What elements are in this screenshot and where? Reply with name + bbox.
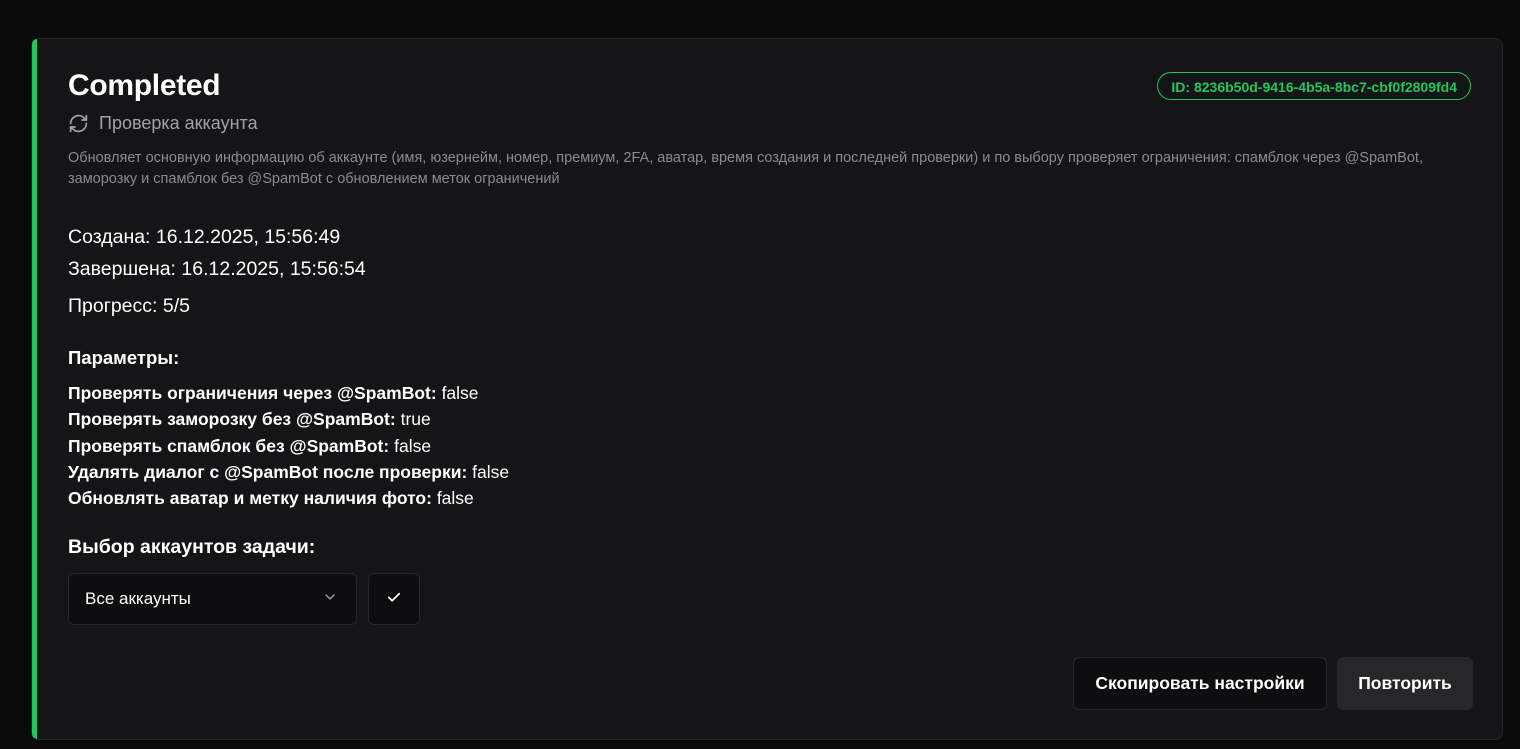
- status-accent-bar: [32, 39, 37, 739]
- param-row: Удалять диалог с @SpamBot после проверки…: [68, 459, 509, 485]
- param-key: Проверять спамблок без @SpamBot:: [68, 435, 390, 456]
- finished-time: Завершена: 16.12.2025, 15:56:54: [68, 258, 366, 280]
- repeat-button[interactable]: Повторить: [1337, 657, 1473, 710]
- param-row: Проверять заморозку без @SpamBot: true: [68, 406, 509, 432]
- task-type-label: Проверка аккаунта: [99, 113, 258, 133]
- check-icon: [385, 588, 403, 611]
- param-value: false: [472, 461, 510, 482]
- chevron-down-icon: [322, 589, 338, 610]
- account-select-dropdown[interactable]: Все аккаунты: [68, 573, 357, 625]
- param-value: true: [400, 409, 431, 430]
- task-card: Completed ID: 8236b50d-9416-4b5a-8bc7-cb…: [31, 38, 1503, 740]
- param-value: false: [436, 488, 474, 509]
- account-select-title: Выбор аккаунтов задачи:: [68, 536, 316, 558]
- params-list: Проверять ограничения через @SpamBot: fa…: [68, 380, 509, 511]
- task-type: Проверка аккаунта: [68, 113, 258, 134]
- param-key: Проверять ограничения через @SpamBot:: [68, 383, 437, 403]
- params-title: Параметры:: [68, 347, 180, 368]
- task-id-badge: ID: 8236b50d-9416-4b5a-8bc7-cbf0f2809fd4: [1157, 72, 1471, 100]
- param-key: Проверять заморозку без @SpamBot:: [68, 409, 396, 430]
- param-key: Удалять диалог с @SpamBot после проверки…: [68, 461, 468, 482]
- copy-settings-button[interactable]: Скопировать настройки: [1073, 657, 1327, 710]
- param-key: Обновлять аватар и метку наличия фото:: [68, 488, 432, 509]
- task-description: Обновляет основную информацию об аккаунт…: [68, 150, 1423, 187]
- param-row: Проверять ограничения через @SpamBot: fa…: [68, 380, 509, 406]
- param-value: false: [441, 383, 479, 403]
- param-row: Проверять спамблок без @SpamBot: false: [68, 433, 509, 459]
- account-select-value: Все аккаунты: [85, 589, 191, 608]
- param-row: Обновлять аватар и метку наличия фото: f…: [68, 485, 509, 511]
- param-value: false: [394, 435, 432, 456]
- task-status-title: Completed: [68, 69, 221, 102]
- created-time: Создана: 16.12.2025, 15:56:49: [68, 226, 341, 248]
- progress-text: Прогресс: 5/5: [68, 295, 190, 317]
- confirm-selection-button[interactable]: [368, 573, 420, 625]
- refresh-icon: [68, 113, 89, 134]
